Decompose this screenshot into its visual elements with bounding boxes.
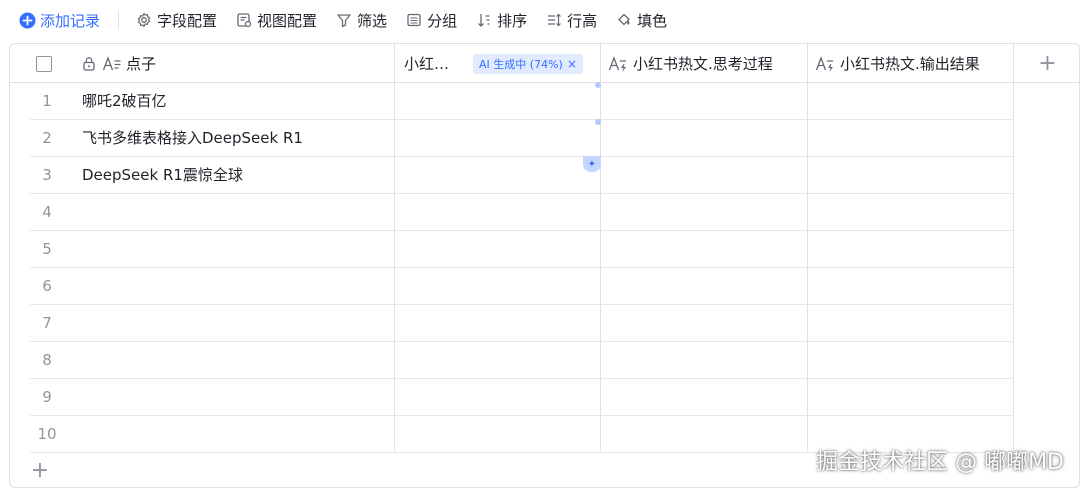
select-all-checkbox[interactable] xyxy=(36,44,56,83)
table-row[interactable]: 5 xyxy=(10,231,1014,268)
column-title-output: 小红书热文.输出结果 xyxy=(840,55,980,73)
view-config-button[interactable]: 视图配置 xyxy=(229,6,323,34)
fill-color-button[interactable]: 填色 xyxy=(609,6,673,34)
add-row-button[interactable]: + xyxy=(28,458,52,483)
table-row[interactable]: 1 哪吒2破百亿 xyxy=(10,83,1014,120)
group-label: 分组 xyxy=(427,11,458,30)
view-config-icon xyxy=(235,11,253,29)
row-number: 9 xyxy=(42,388,52,406)
sort-icon xyxy=(475,11,493,29)
toolbar: 添加记录 字段配置 视图配置 筛选 分组 排序 行高 填色 xyxy=(0,0,1080,40)
lock-icon xyxy=(82,56,96,71)
field-config-button[interactable]: 字段配置 xyxy=(129,6,223,34)
row-height-label: 行高 xyxy=(567,11,598,30)
gear-icon xyxy=(135,11,153,29)
add-record-button[interactable]: 添加记录 xyxy=(12,6,106,34)
row-number: 4 xyxy=(42,203,52,221)
row-number: 5 xyxy=(42,240,52,258)
add-column-button[interactable]: + xyxy=(1014,44,1079,83)
ai-generating-badge: AI 生成中 (74%) × xyxy=(473,53,583,74)
generating-indicator xyxy=(595,119,601,125)
group-icon xyxy=(405,11,423,29)
watermark: 掘金技术社区 @ 嘟嘟MD xyxy=(816,450,1064,475)
group-button[interactable]: 分组 xyxy=(399,6,463,34)
row-number: 10 xyxy=(37,425,57,443)
cancel-generation-icon[interactable]: × xyxy=(567,57,577,71)
table-row[interactable]: 3 DeepSeek R1震惊全球 xyxy=(10,157,1014,194)
table-row[interactable]: 4 xyxy=(10,194,1014,231)
row-number: 1 xyxy=(42,92,52,110)
column-header-xiaohongshu[interactable]: 小红… AI 生成中 (74%) × xyxy=(404,44,600,83)
column-title-thinking: 小红书热文.思考过程 xyxy=(633,55,773,73)
generating-indicator xyxy=(595,82,601,88)
row-number: 3 xyxy=(42,166,52,184)
field-config-label: 字段配置 xyxy=(157,11,218,30)
view-config-label: 视图配置 xyxy=(257,11,318,30)
row-height-button[interactable]: 行高 xyxy=(539,6,603,34)
plus-circle-icon xyxy=(18,11,36,29)
row-number: 8 xyxy=(42,351,52,369)
row-number: 6 xyxy=(42,277,52,295)
ai-field-icon xyxy=(815,55,835,73)
column-header-output[interactable]: 小红书热文.输出结果 xyxy=(815,44,1011,83)
row-number: 7 xyxy=(42,314,52,332)
table-row[interactable]: 6 xyxy=(10,268,1014,305)
cell-primary[interactable]: 哪吒2破百亿 xyxy=(82,83,167,119)
row-height-icon xyxy=(545,11,563,29)
column-title-xiaohongshu: 小红… xyxy=(404,55,450,73)
table-row[interactable]: 2 飞书多维表格接入DeepSeek R1 xyxy=(10,120,1014,157)
cell-primary[interactable]: 飞书多维表格接入DeepSeek R1 xyxy=(82,120,303,156)
table-row[interactable]: 7 xyxy=(10,305,1014,342)
sparkle-icon[interactable]: ✦ xyxy=(583,156,601,172)
ai-progress-label: AI 生成中 (74%) xyxy=(479,57,563,71)
sort-label: 排序 xyxy=(497,11,528,30)
toolbar-divider xyxy=(118,11,120,29)
sort-button[interactable]: 排序 xyxy=(469,6,533,34)
fill-color-label: 填色 xyxy=(637,11,668,30)
fill-color-icon xyxy=(615,11,633,29)
column-header-thinking[interactable]: 小红书热文.思考过程 xyxy=(608,44,808,83)
column-header-primary[interactable]: 点子 xyxy=(82,44,392,83)
table-row[interactable]: 8 xyxy=(10,342,1014,379)
row-number: 2 xyxy=(42,129,52,147)
cell-primary[interactable]: DeepSeek R1震惊全球 xyxy=(82,157,243,193)
filter-icon xyxy=(335,11,353,29)
data-table: 点子 小红… AI 生成中 (74%) × 小红书热文.思考过程 小红书热文.输… xyxy=(9,43,1080,488)
filter-button[interactable]: 筛选 xyxy=(329,6,393,34)
filter-label: 筛选 xyxy=(357,11,388,30)
table-row[interactable]: 9 xyxy=(10,379,1014,416)
text-field-icon xyxy=(102,55,122,72)
column-title-primary: 点子 xyxy=(126,55,157,73)
add-record-label: 添加记录 xyxy=(40,11,101,30)
table-header: 点子 小红… AI 生成中 (74%) × 小红书热文.思考过程 小红书热文.输… xyxy=(10,44,1079,83)
ai-field-icon xyxy=(608,55,628,73)
